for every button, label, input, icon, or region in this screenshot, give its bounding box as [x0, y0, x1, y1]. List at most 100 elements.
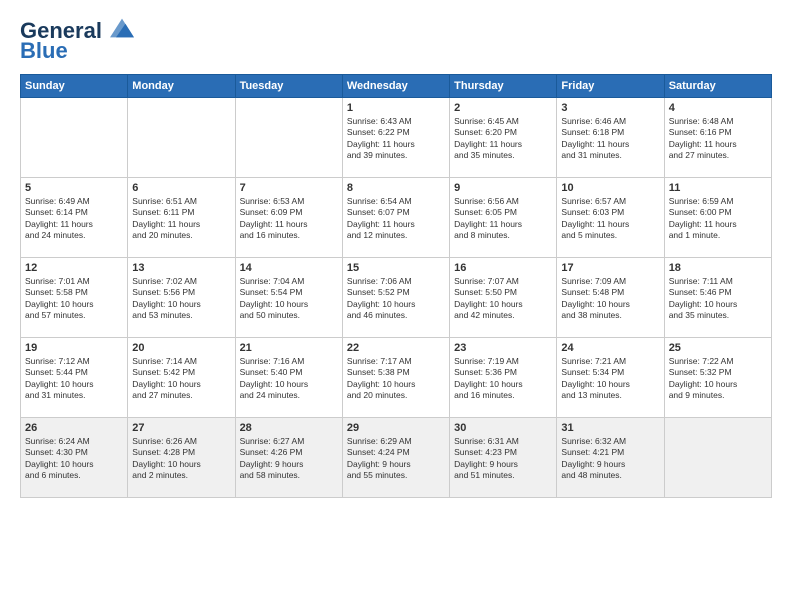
- cell-text: Sunrise: 7:12 AM Sunset: 5:44 PM Dayligh…: [25, 356, 123, 402]
- cell-text: Sunrise: 6:56 AM Sunset: 6:05 PM Dayligh…: [454, 196, 552, 242]
- day-number: 30: [454, 422, 552, 434]
- cell-text: Sunrise: 6:43 AM Sunset: 6:22 PM Dayligh…: [347, 116, 445, 162]
- cell-text: Sunrise: 6:57 AM Sunset: 6:03 PM Dayligh…: [561, 196, 659, 242]
- cell-text: Sunrise: 7:04 AM Sunset: 5:54 PM Dayligh…: [240, 276, 338, 322]
- day-number: 27: [132, 422, 230, 434]
- calendar-cell: [235, 98, 342, 178]
- day-number: 19: [25, 342, 123, 354]
- week-row-5: 26 Sunrise: 6:24 AM Sunset: 4:30 PM Dayli…: [21, 418, 772, 498]
- calendar-cell: 28 Sunrise: 6:27 AM Sunset: 4:26 PM Dayli…: [235, 418, 342, 498]
- calendar-cell: 4Sunrise: 6:48 AM Sunset: 6:16 PM Daylig…: [664, 98, 771, 178]
- day-number: 24: [561, 342, 659, 354]
- cell-text: Sunrise: 7:14 AM Sunset: 5:42 PM Dayligh…: [132, 356, 230, 402]
- week-row-3: 12Sunrise: 7:01 AM Sunset: 5:58 PM Dayli…: [21, 258, 772, 338]
- day-number: 5: [25, 182, 123, 194]
- calendar-cell: [21, 98, 128, 178]
- day-number: 16: [454, 262, 552, 274]
- day-number: 8: [347, 182, 445, 194]
- calendar-cell: [128, 98, 235, 178]
- calendar-cell: 20 Sunrise: 7:14 AM Sunset: 5:42 PM Dayli…: [128, 338, 235, 418]
- day-number: 20: [132, 342, 230, 354]
- day-number: 18: [669, 262, 767, 274]
- header: General Blue: [20, 18, 772, 64]
- cell-text: Sunrise: 6:31 AM Sunset: 4:23 PM Dayligh…: [454, 436, 552, 482]
- cell-text: Sunrise: 7:11 AM Sunset: 5:46 PM Dayligh…: [669, 276, 767, 322]
- week-row-4: 19 Sunrise: 7:12 AM Sunset: 5:44 PM Dayli…: [21, 338, 772, 418]
- day-number: 25: [669, 342, 767, 354]
- day-number: 22: [347, 342, 445, 354]
- calendar-cell: 9 Sunrise: 6:56 AM Sunset: 6:05 PM Daylig…: [450, 178, 557, 258]
- weekday-header-sunday: Sunday: [21, 75, 128, 98]
- day-number: 17: [561, 262, 659, 274]
- day-number: 15: [347, 262, 445, 274]
- calendar-cell: 11 Sunrise: 6:59 AM Sunset: 6:00 PM Dayli…: [664, 178, 771, 258]
- weekday-header-thursday: Thursday: [450, 75, 557, 98]
- weekday-header-wednesday: Wednesday: [342, 75, 449, 98]
- calendar-cell: 19 Sunrise: 7:12 AM Sunset: 5:44 PM Dayli…: [21, 338, 128, 418]
- calendar-cell: 26 Sunrise: 6:24 AM Sunset: 4:30 PM Dayli…: [21, 418, 128, 498]
- calendar-cell: 31 Sunrise: 6:32 AM Sunset: 4:21 PM Dayli…: [557, 418, 664, 498]
- cell-text: Sunrise: 7:21 AM Sunset: 5:34 PM Dayligh…: [561, 356, 659, 402]
- day-number: 23: [454, 342, 552, 354]
- day-number: 12: [25, 262, 123, 274]
- calendar-cell: 25 Sunrise: 7:22 AM Sunset: 5:32 PM Dayli…: [664, 338, 771, 418]
- cell-text: Sunrise: 6:54 AM Sunset: 6:07 PM Dayligh…: [347, 196, 445, 242]
- calendar-cell: 3Sunrise: 6:46 AM Sunset: 6:18 PM Daylig…: [557, 98, 664, 178]
- cell-text: Sunrise: 6:59 AM Sunset: 6:00 PM Dayligh…: [669, 196, 767, 242]
- weekday-header-saturday: Saturday: [664, 75, 771, 98]
- cell-text: Sunrise: 7:19 AM Sunset: 5:36 PM Dayligh…: [454, 356, 552, 402]
- day-number: 31: [561, 422, 659, 434]
- calendar-cell: 24 Sunrise: 7:21 AM Sunset: 5:34 PM Dayli…: [557, 338, 664, 418]
- calendar-cell: 12Sunrise: 7:01 AM Sunset: 5:58 PM Dayli…: [21, 258, 128, 338]
- day-number: 2: [454, 102, 552, 114]
- day-number: 26: [25, 422, 123, 434]
- cell-text: Sunrise: 7:02 AM Sunset: 5:56 PM Dayligh…: [132, 276, 230, 322]
- cell-text: Sunrise: 6:49 AM Sunset: 6:14 PM Dayligh…: [25, 196, 123, 242]
- cell-text: Sunrise: 7:17 AM Sunset: 5:38 PM Dayligh…: [347, 356, 445, 402]
- weekday-header-monday: Monday: [128, 75, 235, 98]
- calendar-cell: [664, 418, 771, 498]
- day-number: 21: [240, 342, 338, 354]
- calendar-cell: 23 Sunrise: 7:19 AM Sunset: 5:36 PM Dayli…: [450, 338, 557, 418]
- calendar-cell: 22 Sunrise: 7:17 AM Sunset: 5:38 PM Dayli…: [342, 338, 449, 418]
- day-number: 4: [669, 102, 767, 114]
- calendar-cell: 6 Sunrise: 6:51 AM Sunset: 6:11 PM Daylig…: [128, 178, 235, 258]
- cell-text: Sunrise: 6:29 AM Sunset: 4:24 PM Dayligh…: [347, 436, 445, 482]
- cell-text: Sunrise: 7:16 AM Sunset: 5:40 PM Dayligh…: [240, 356, 338, 402]
- page: General Blue SundayMondayTuesdayWednesda…: [0, 0, 792, 612]
- cell-text: Sunrise: 6:26 AM Sunset: 4:28 PM Dayligh…: [132, 436, 230, 482]
- calendar-cell: 21 Sunrise: 7:16 AM Sunset: 5:40 PM Dayli…: [235, 338, 342, 418]
- calendar-cell: 10 Sunrise: 6:57 AM Sunset: 6:03 PM Dayli…: [557, 178, 664, 258]
- calendar-cell: 5 Sunrise: 6:49 AM Sunset: 6:14 PM Daylig…: [21, 178, 128, 258]
- week-row-2: 5 Sunrise: 6:49 AM Sunset: 6:14 PM Daylig…: [21, 178, 772, 258]
- logo: General Blue: [20, 18, 134, 64]
- calendar-cell: 2Sunrise: 6:45 AM Sunset: 6:20 PM Daylig…: [450, 98, 557, 178]
- calendar-cell: 29 Sunrise: 6:29 AM Sunset: 4:24 PM Dayli…: [342, 418, 449, 498]
- weekday-header-friday: Friday: [557, 75, 664, 98]
- cell-text: Sunrise: 6:51 AM Sunset: 6:11 PM Dayligh…: [132, 196, 230, 242]
- cell-text: Sunrise: 7:07 AM Sunset: 5:50 PM Dayligh…: [454, 276, 552, 322]
- day-number: 11: [669, 182, 767, 194]
- day-number: 14: [240, 262, 338, 274]
- calendar-cell: 30 Sunrise: 6:31 AM Sunset: 4:23 PM Dayli…: [450, 418, 557, 498]
- calendar-table: SundayMondayTuesdayWednesdayThursdayFrid…: [20, 74, 772, 498]
- logo-icon: [110, 18, 134, 38]
- day-number: 10: [561, 182, 659, 194]
- calendar-cell: 7 Sunrise: 6:53 AM Sunset: 6:09 PM Daylig…: [235, 178, 342, 258]
- day-number: 6: [132, 182, 230, 194]
- weekday-header-tuesday: Tuesday: [235, 75, 342, 98]
- cell-text: Sunrise: 6:32 AM Sunset: 4:21 PM Dayligh…: [561, 436, 659, 482]
- cell-text: Sunrise: 7:06 AM Sunset: 5:52 PM Dayligh…: [347, 276, 445, 322]
- calendar-cell: 17Sunrise: 7:09 AM Sunset: 5:48 PM Dayli…: [557, 258, 664, 338]
- day-number: 9: [454, 182, 552, 194]
- cell-text: Sunrise: 6:24 AM Sunset: 4:30 PM Dayligh…: [25, 436, 123, 482]
- calendar-cell: 13Sunrise: 7:02 AM Sunset: 5:56 PM Dayli…: [128, 258, 235, 338]
- calendar-cell: 27 Sunrise: 6:26 AM Sunset: 4:28 PM Dayli…: [128, 418, 235, 498]
- day-number: 7: [240, 182, 338, 194]
- day-number: 29: [347, 422, 445, 434]
- day-number: 28: [240, 422, 338, 434]
- calendar-cell: 1Sunrise: 6:43 AM Sunset: 6:22 PM Daylig…: [342, 98, 449, 178]
- cell-text: Sunrise: 7:22 AM Sunset: 5:32 PM Dayligh…: [669, 356, 767, 402]
- cell-text: Sunrise: 6:53 AM Sunset: 6:09 PM Dayligh…: [240, 196, 338, 242]
- cell-text: Sunrise: 6:27 AM Sunset: 4:26 PM Dayligh…: [240, 436, 338, 482]
